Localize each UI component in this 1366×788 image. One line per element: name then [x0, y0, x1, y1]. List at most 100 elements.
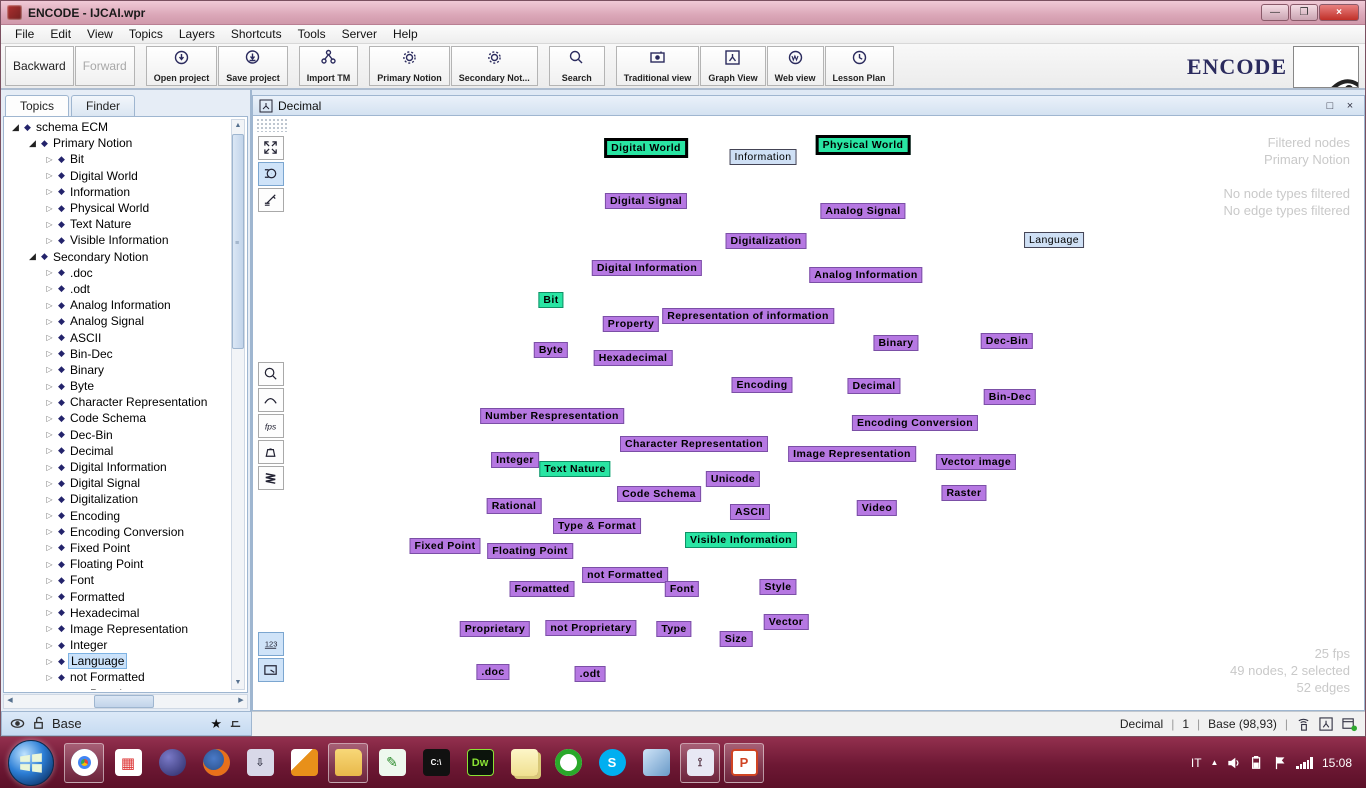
start-button[interactable]: [8, 740, 54, 786]
expand-icon[interactable]: ▷: [44, 268, 55, 277]
tree-item-dec-bin[interactable]: ▷◆Dec-Bin: [6, 427, 231, 443]
graph-node-property[interactable]: Property: [603, 316, 659, 332]
lock-open-icon[interactable]: [31, 716, 46, 731]
menu-view[interactable]: View: [79, 25, 121, 43]
save-project-button[interactable]: Save project: [218, 46, 288, 86]
graph-node-fixed-point[interactable]: Fixed Point: [410, 538, 481, 554]
tab-topics[interactable]: Topics: [5, 95, 69, 116]
tab-finder[interactable]: Finder: [71, 95, 135, 116]
graph-node-not-formatted[interactable]: not Formatted: [582, 567, 668, 583]
tray-expand-icon[interactable]: ▲: [1211, 758, 1219, 767]
collapse-icon[interactable]: ◢: [10, 122, 21, 133]
graph-node-representation-of-information[interactable]: Representation of information: [662, 308, 834, 324]
graph-node-raster[interactable]: Raster: [941, 485, 986, 501]
search-button[interactable]: Search: [549, 46, 605, 86]
graph-node-vector-image[interactable]: Vector image: [936, 454, 1016, 470]
tree-item-character-representation[interactable]: ▷◆Character Representation: [6, 394, 231, 410]
graph-node-binary[interactable]: Binary: [873, 335, 918, 351]
tree-item-code-schema[interactable]: ▷◆Code Schema: [6, 410, 231, 426]
expand-icon[interactable]: ▷: [44, 624, 55, 633]
traditional-view-button[interactable]: Traditional view: [616, 46, 700, 86]
language-indicator[interactable]: IT: [1191, 756, 1202, 770]
graph-node-font[interactable]: Font: [665, 581, 699, 597]
expand-icon[interactable]: ▷: [44, 382, 55, 391]
taskbar-app-skype[interactable]: S: [592, 743, 632, 783]
tree-item-analog-information[interactable]: ▷◆Analog Information: [6, 297, 231, 313]
canvas-close-button[interactable]: ×: [1342, 100, 1358, 112]
collapse-icon[interactable]: ◢: [27, 138, 38, 149]
graph-node-digital-information[interactable]: Digital Information: [592, 260, 702, 276]
expand-icon[interactable]: ▷: [44, 446, 55, 455]
expand-icon[interactable]: ▷: [44, 430, 55, 439]
graph-node-encoding[interactable]: Encoding: [731, 377, 792, 393]
graph-node-vector[interactable]: Vector: [764, 614, 809, 630]
canvas-maximize-button[interactable]: □: [1322, 100, 1338, 112]
tree-item-encoding-conversion[interactable]: ▷◆Encoding Conversion: [6, 524, 231, 540]
tree-item-primary-notion[interactable]: ◢◆Primary Notion: [6, 135, 231, 151]
antenna-icon[interactable]: [1296, 717, 1311, 732]
spring-tool-button[interactable]: [258, 466, 284, 490]
graph-node-hexadecimal[interactable]: Hexadecimal: [594, 350, 673, 366]
taskbar-app-dreamweaver[interactable]: Dw: [460, 743, 500, 783]
weight-tool-button[interactable]: [258, 440, 284, 464]
graph-node-digital-signal[interactable]: Digital Signal: [605, 193, 687, 209]
window-status-icon[interactable]: [1342, 717, 1357, 732]
graph-node-digitalization[interactable]: Digitalization: [726, 233, 807, 249]
menu-file[interactable]: File: [7, 25, 42, 43]
graph-node-ascii[interactable]: ASCII: [730, 504, 770, 520]
menu-tools[interactable]: Tools: [290, 25, 334, 43]
tree-item-font[interactable]: ▷◆Font: [6, 572, 231, 588]
graph-node-bin-dec[interactable]: Bin-Dec: [984, 389, 1036, 405]
numbers-tool-button[interactable]: 123: [258, 632, 284, 656]
taskbar-app-command-prompt[interactable]: C:\: [416, 743, 456, 783]
curve-tool-button[interactable]: [258, 388, 284, 412]
scroll-down-arrow[interactable]: ▼: [232, 677, 244, 689]
tree-item-floating-point[interactable]: ▷◆Floating Point: [6, 556, 231, 572]
taskbar-app-crystal-box[interactable]: [636, 743, 676, 783]
taskbar-app-chrome[interactable]: [64, 743, 104, 783]
expand-icon[interactable]: ▷: [44, 641, 55, 650]
expand-icon[interactable]: ▷: [44, 479, 55, 488]
tool-strip-handle[interactable]: [256, 118, 288, 132]
expand-icon[interactable]: ▷: [44, 689, 55, 690]
expand-icon[interactable]: ▷: [44, 463, 55, 472]
taskbar-app-encode-app[interactable]: ⟟: [680, 743, 720, 783]
tree-item-digitalization[interactable]: ▷◆Digitalization: [6, 491, 231, 507]
taskbar-app-installer[interactable]: ⇩: [240, 743, 280, 783]
edge-tool-button[interactable]: [258, 188, 284, 212]
open-project-button[interactable]: Open project: [146, 46, 218, 86]
expand-icon[interactable]: ▷: [44, 349, 55, 358]
close-button[interactable]: ×: [1319, 4, 1359, 21]
tree-item-hexadecimal[interactable]: ▷◆Hexadecimal: [6, 605, 231, 621]
tree-item-physical-world[interactable]: ▷◆Physical World: [6, 200, 231, 216]
network-signal-icon[interactable]: [1296, 757, 1313, 769]
tree-vertical-scrollbar[interactable]: ▲ ≡ ▼: [231, 119, 245, 690]
layer-panel-icon[interactable]: [228, 716, 243, 731]
tree-item-formatted[interactable]: ▷◆Formatted: [6, 588, 231, 604]
taskbar-app-eclipse[interactable]: [152, 743, 192, 783]
graph-node-physical-world[interactable]: Physical World: [816, 135, 911, 155]
scroll-right-arrow[interactable]: ▶: [235, 695, 247, 707]
expand-icon[interactable]: ▷: [44, 155, 55, 164]
expand-icon[interactable]: ▷: [44, 495, 55, 504]
forward-button[interactable]: Forward: [75, 46, 135, 86]
menu-help[interactable]: Help: [385, 25, 426, 43]
expand-icon[interactable]: ▷: [44, 284, 55, 293]
tree-item-digital-world[interactable]: ▷◆Digital World: [6, 168, 231, 184]
graph-view-button[interactable]: Graph View: [700, 46, 765, 86]
expand-icon[interactable]: ▷: [44, 414, 55, 423]
graph-node-decimal[interactable]: Decimal: [847, 378, 900, 394]
tree-item-not-formatted[interactable]: ▷◆not Formatted: [6, 669, 231, 685]
collapse-icon[interactable]: ◢: [27, 251, 38, 262]
eye-icon[interactable]: [10, 716, 25, 731]
graph-node-digital-world[interactable]: Digital World: [604, 138, 688, 158]
taskbar-app-app-grid[interactable]: ▦: [108, 743, 148, 783]
expand-icon[interactable]: ▷: [44, 398, 55, 407]
tree-item-ascii[interactable]: ▷◆ASCII: [6, 329, 231, 345]
graph-node-information[interactable]: Information: [730, 149, 797, 165]
menu-shortcuts[interactable]: Shortcuts: [223, 25, 290, 43]
taskbar-app-firefox[interactable]: [196, 743, 236, 783]
menu-topics[interactable]: Topics: [121, 25, 171, 43]
menu-server[interactable]: Server: [334, 25, 385, 43]
expand-icon[interactable]: ▷: [44, 527, 55, 536]
